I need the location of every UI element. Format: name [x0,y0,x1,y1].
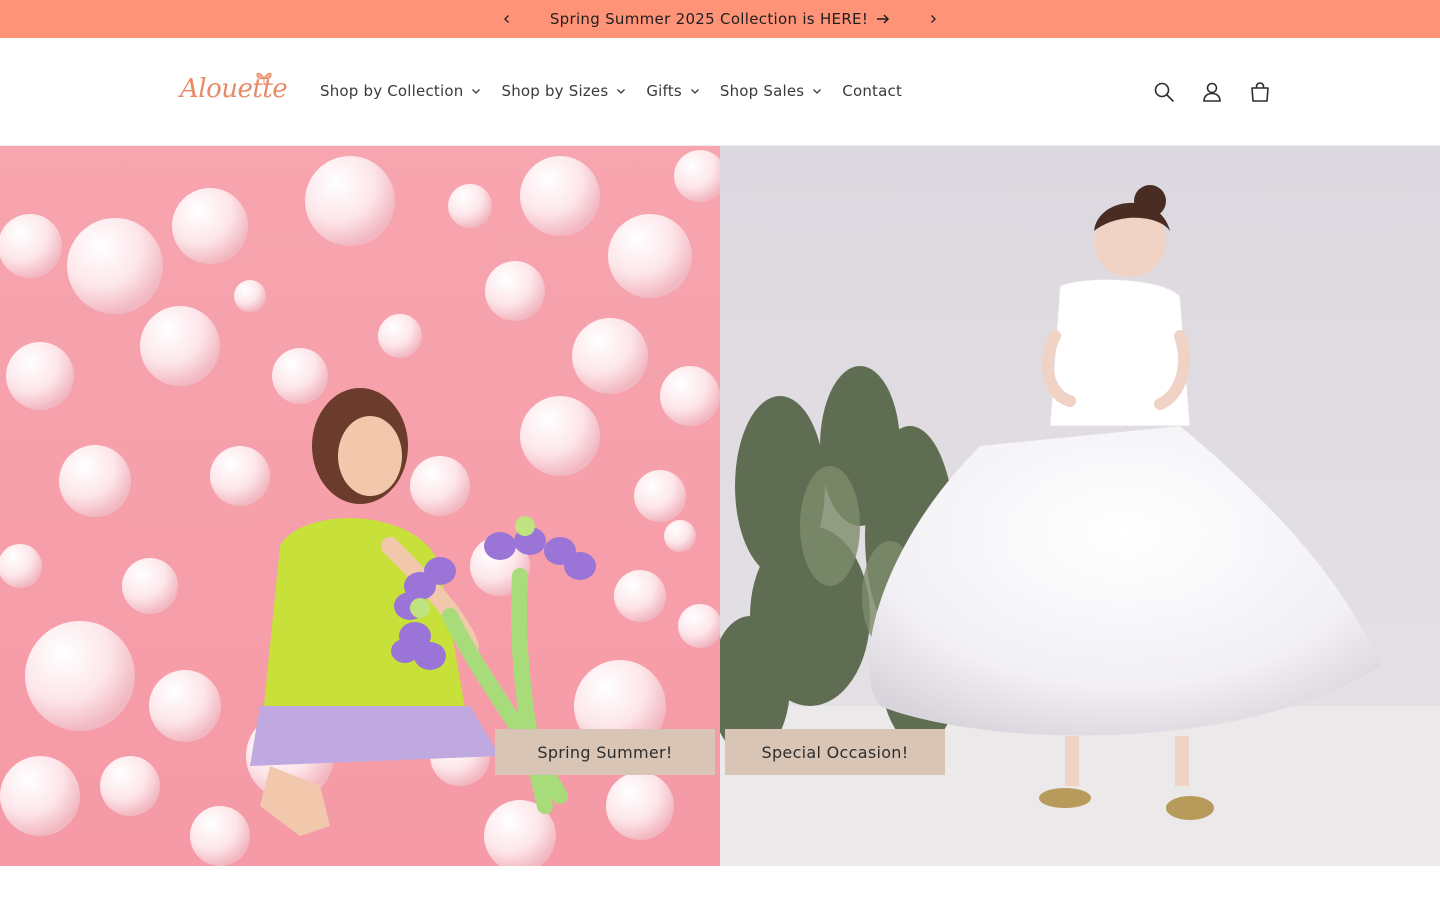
main-nav: Shop by Collection Shop by Sizes Gifts S… [320,76,922,106]
nav-label: Shop by Sizes [501,82,609,100]
chevron-down-icon [813,89,822,94]
arrow-right-icon [877,14,890,24]
search-button[interactable] [1144,72,1184,112]
nav-gifts[interactable]: Gifts [646,82,700,100]
spring-summer-button[interactable]: Spring Summer! [495,729,715,775]
chevron-down-icon [472,89,481,94]
cart-icon [1251,82,1269,102]
account-icon [1203,82,1221,102]
chevron-right-icon [931,15,936,23]
chevron-left-icon [504,15,509,23]
cart-button[interactable] [1240,72,1280,112]
nav-label: Shop by Collection [320,82,464,100]
announcement-next-button[interactable] [913,0,953,38]
brand-logo[interactable]: Alouette [178,68,288,112]
nav-shop-by-collection[interactable]: Shop by Collection [320,82,481,100]
special-occasion-button[interactable]: Special Occasion! [725,729,945,775]
site-header: Alouette Shop by Collection Shop by Size… [0,38,1440,146]
account-button[interactable] [1192,72,1232,112]
nav-contact[interactable]: Contact [842,82,902,100]
search-icon [1154,82,1174,102]
chevron-down-icon [690,89,699,94]
header-icons [1144,72,1280,112]
nav-label: Shop Sales [719,82,805,100]
announcement-text: Spring Summer 2025 Collection is HERE! [549,10,869,28]
hero-image-spring-summer[interactable]: Spring Summer! [0,146,720,866]
chevron-down-icon [617,89,626,94]
announcement-bar: Spring Summer 2025 Collection is HERE! [0,0,1440,38]
butterfly-icon [256,72,272,84]
hero-image-special-occasion[interactable]: Special Occasion! [720,146,1440,866]
nav-label: Gifts [646,82,682,100]
nav-shop-sales[interactable]: Shop Sales [720,82,822,100]
announcement-prev-button[interactable] [487,0,527,38]
hero-banner: Spring Summer! Special Occasion! [0,146,1440,866]
announcement-link[interactable]: Spring Summer 2025 Collection is HERE! [550,10,890,28]
nav-shop-by-sizes[interactable]: Shop by Sizes [501,82,626,100]
nav-label: Contact [842,82,903,100]
